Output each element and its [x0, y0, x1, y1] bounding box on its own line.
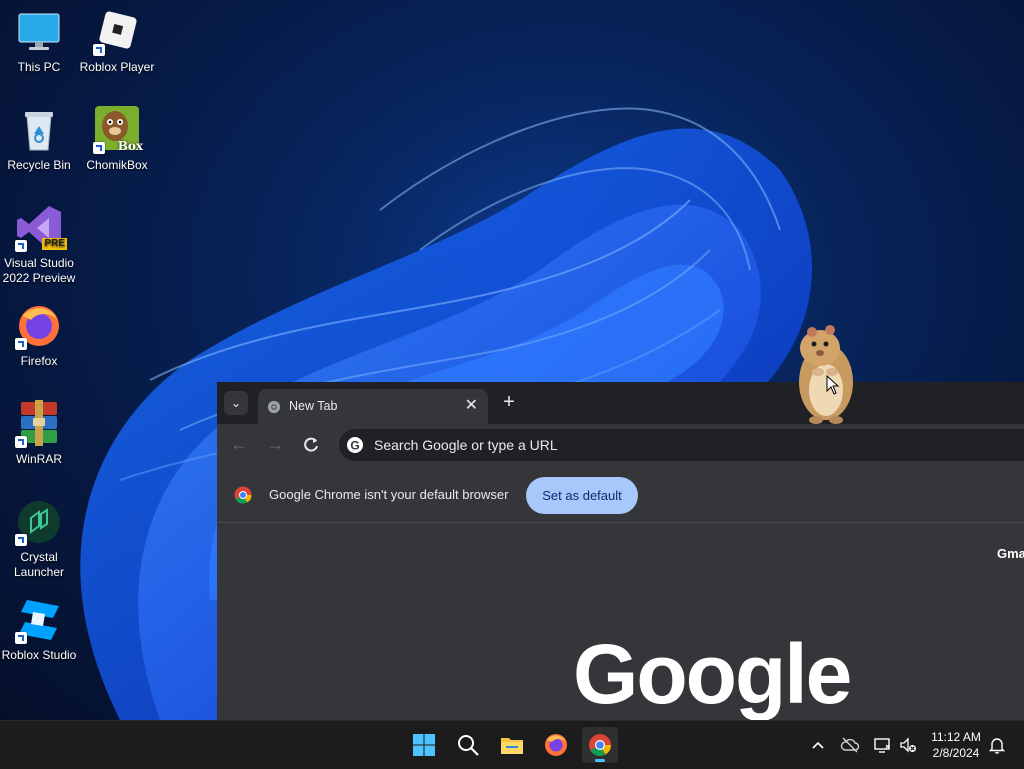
shortcut-arrow-icon [15, 632, 27, 644]
omnibox-placeholder: Search Google or type a URL [374, 437, 558, 453]
crystal-launcher-icon [15, 498, 63, 546]
shortcut-arrow-icon [15, 240, 27, 252]
chrome-taskbar-button[interactable] [582, 727, 618, 763]
desktop-icon-roblox-player[interactable]: Roblox Player [78, 8, 156, 75]
network-icon[interactable] [872, 735, 892, 755]
firefox-icon [15, 302, 63, 350]
close-tab-icon[interactable]: ✕ [465, 398, 478, 414]
desktop-icon-label: Recycle Bin [7, 158, 71, 172]
back-arrow-icon[interactable]: ← [229, 435, 249, 455]
desktop-icon-label: Visual Studio 2022 Preview [2, 256, 76, 285]
tab-title: New Tab [289, 399, 338, 413]
browser-toolbar: ← → G Search Google or type a URL [217, 424, 1024, 466]
taskbar: 11:12 AM 2/8/2024 [0, 720, 1024, 769]
desktop-icon-firefox[interactable]: Firefox [0, 302, 78, 369]
clock-date: 2/8/2024 [932, 746, 980, 760]
chrome-logo-icon [234, 486, 252, 504]
mouse-cursor-icon [826, 375, 840, 395]
search-icon [458, 735, 479, 756]
desktop-icon-label: This PC [17, 60, 61, 74]
visual-studio-icon: PRE [15, 204, 67, 252]
clock-time: 11:12 AM [931, 730, 981, 744]
show-hidden-icons-chevron-up-icon[interactable] [808, 735, 828, 755]
firefox-taskbar-button[interactable] [538, 727, 574, 763]
file-explorer-button[interactable] [494, 727, 530, 763]
desktop-icon-crystal-launcher[interactable]: Crystal Launcher [0, 498, 78, 580]
tab-new-tab[interactable]: New Tab ✕ [258, 389, 488, 424]
recycle-bin-icon [15, 106, 63, 154]
shortcut-arrow-icon [93, 142, 105, 154]
gmail-link[interactable]: Gmail [997, 546, 1024, 561]
tab-search-button[interactable]: ⌄ [224, 391, 248, 415]
forward-arrow-icon[interactable]: → [265, 435, 285, 455]
chevron-down-icon: ⌄ [230, 396, 242, 410]
winrar-icon [15, 400, 63, 448]
google-g-icon: G [347, 437, 363, 453]
new-tab-page: Gmail Google [217, 523, 1024, 720]
desktop-icon-label: Firefox [20, 354, 58, 368]
desktop-icon-visual-studio[interactable]: PRE Visual Studio 2022 Preview [0, 204, 78, 286]
preview-badge: PRE [42, 238, 67, 250]
chrome-window[interactable]: ⌄ New Tab ✕ + ← → G Search Google or typ… [217, 382, 1024, 720]
firefox-icon [545, 734, 567, 756]
desktop-icon-this-pc[interactable]: This PC [0, 8, 78, 75]
svg-text:G: G [350, 439, 359, 453]
infobar-message: Google Chrome isn't your default browser [269, 487, 509, 502]
google-logo: Google [573, 627, 852, 720]
desktop-icon-label: ChomikBox [86, 158, 148, 172]
desktop-icon-winrar[interactable]: WinRAR [0, 400, 78, 467]
desktop-icon-label: Roblox Player [79, 60, 155, 74]
desktop-icon-roblox-studio[interactable]: Roblox Studio [0, 596, 78, 663]
volume-muted-icon[interactable] [898, 735, 918, 755]
chrome-logo-icon [589, 734, 611, 756]
shortcut-arrow-icon [15, 436, 27, 448]
hamster-desktop-pet-icon[interactable] [790, 320, 860, 425]
system-clock[interactable]: 11:12 AM 2/8/2024 [924, 729, 988, 761]
omnibox[interactable]: G Search Google or type a URL [339, 429, 1024, 461]
desktop-icon-label: Roblox Studio [1, 648, 77, 662]
default-browser-infobar: Google Chrome isn't your default browser… [217, 466, 1024, 523]
chrome-favicon-icon [267, 400, 281, 414]
active-app-indicator [595, 759, 605, 762]
search-button[interactable] [450, 727, 486, 763]
windows-logo-icon [413, 734, 435, 756]
notification-bell-icon[interactable] [987, 735, 1007, 755]
start-button[interactable] [406, 727, 442, 763]
desktop-icon-chomikbox[interactable]: Box ChomikBox [78, 106, 156, 173]
reload-icon[interactable] [301, 435, 321, 455]
shortcut-arrow-icon [15, 534, 27, 546]
desktop-icon-label: WinRAR [15, 452, 62, 466]
desktop-icon-recycle-bin[interactable]: Recycle Bin [0, 106, 78, 173]
chomikbox-icon: Box [93, 106, 143, 154]
folder-icon [501, 738, 523, 754]
roblox-studio-icon [15, 596, 63, 644]
shortcut-arrow-icon [93, 44, 105, 56]
cloud-offline-icon[interactable] [840, 735, 860, 755]
set-as-default-button[interactable]: Set as default [526, 477, 638, 514]
new-tab-button[interactable]: + [499, 391, 519, 413]
desktop-icon-label: Crystal Launcher [13, 550, 65, 579]
roblox-logo-icon [93, 8, 141, 56]
chomikbox-badge: Box [117, 139, 143, 153]
shortcut-arrow-icon [15, 338, 27, 350]
monitor-icon [15, 8, 63, 56]
tab-strip: ⌄ New Tab ✕ + [217, 382, 1024, 424]
